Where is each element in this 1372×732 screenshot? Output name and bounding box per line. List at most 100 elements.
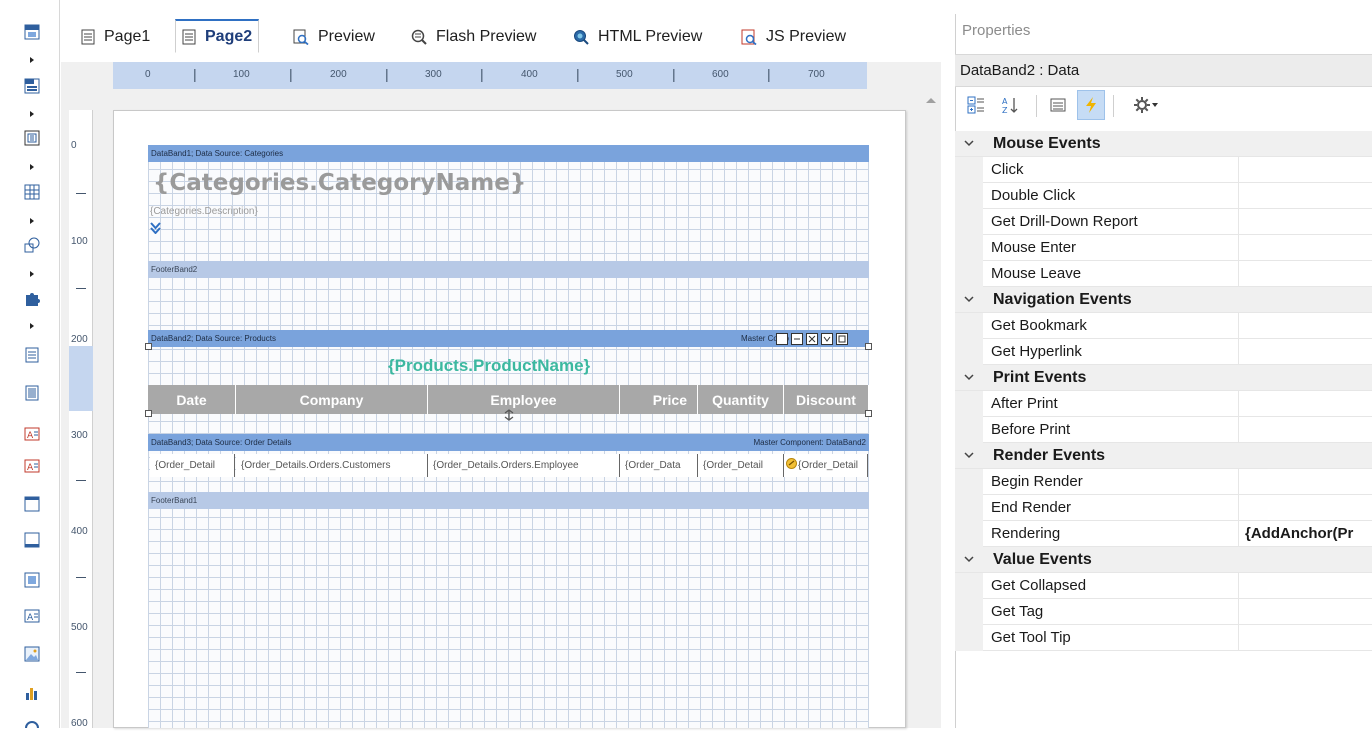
expand-arrow-icon[interactable] xyxy=(29,217,35,225)
property-row[interactable]: After Print xyxy=(955,391,1372,417)
band-tool-icon[interactable] xyxy=(791,333,803,345)
property-row[interactable]: Get Tool Tip xyxy=(955,625,1372,651)
databand3-header[interactable]: DataBand3; Data Source: Order Details Ma… xyxy=(148,434,869,451)
data-band-icon[interactable] xyxy=(24,78,40,94)
property-row[interactable]: Get Collapsed xyxy=(955,573,1372,599)
tab-html-preview[interactable]: HTML Preview xyxy=(567,20,708,54)
panel-icon[interactable] xyxy=(24,496,40,512)
categorized-view-button[interactable] xyxy=(962,90,990,120)
expand-down-icon[interactable] xyxy=(150,222,161,234)
band-tool-icon[interactable] xyxy=(776,333,788,345)
container-icon[interactable] xyxy=(24,532,40,548)
header-price[interactable]: Price xyxy=(620,385,698,414)
band-header-icon[interactable] xyxy=(24,24,40,40)
tab-js-preview[interactable]: JS Preview xyxy=(735,20,852,54)
chevron-down-icon[interactable] xyxy=(964,555,974,563)
category-row[interactable]: Value Events xyxy=(955,547,1372,573)
sub-report-icon[interactable] xyxy=(24,572,40,588)
property-row[interactable]: Mouse Leave xyxy=(955,261,1372,287)
tab-label: Preview xyxy=(318,28,375,45)
rich-text-icon[interactable] xyxy=(24,385,40,401)
tab-preview[interactable]: Preview xyxy=(287,20,381,54)
property-row[interactable]: Get Hyperlink xyxy=(955,339,1372,365)
cell-price[interactable]: {Order_Data xyxy=(620,454,698,477)
expand-arrow-icon[interactable] xyxy=(29,270,35,278)
cross-band-icon[interactable] xyxy=(24,130,40,146)
gauge-icon[interactable] xyxy=(24,716,40,732)
footerband1[interactable]: FooterBand1 xyxy=(148,492,869,509)
tab-page2[interactable]: Page2 xyxy=(175,19,260,53)
property-row[interactable]: Get Tag xyxy=(955,599,1372,625)
tab-page1[interactable]: Page1 xyxy=(75,20,156,54)
tab-flash-preview[interactable]: Flash Preview xyxy=(405,20,542,54)
scroll-up-arrow-icon[interactable] xyxy=(921,92,941,108)
settings-dropdown-button[interactable] xyxy=(1124,90,1168,120)
events-view-button[interactable] xyxy=(1077,90,1105,120)
resize-handle[interactable] xyxy=(145,343,152,350)
resize-handle[interactable] xyxy=(865,343,872,350)
move-handle-icon[interactable] xyxy=(504,409,514,421)
property-row[interactable]: Mouse Enter xyxy=(955,235,1372,261)
chevron-down-icon[interactable] xyxy=(964,295,974,303)
property-row[interactable]: Get Drill-Down Report xyxy=(955,209,1372,235)
band-tool-icon[interactable] xyxy=(836,333,848,345)
property-row[interactable]: Double Click xyxy=(955,183,1372,209)
chevron-down-icon[interactable] xyxy=(964,373,974,381)
category-row[interactable]: Print Events xyxy=(955,365,1372,391)
header-quantity[interactable]: Quantity xyxy=(698,385,784,414)
property-row[interactable]: Before Print xyxy=(955,417,1372,443)
text-format-icon[interactable]: A xyxy=(24,458,40,474)
properties-title: Properties xyxy=(962,22,1031,39)
text-box-icon[interactable]: A xyxy=(24,608,40,624)
chart-icon[interactable] xyxy=(24,685,40,701)
cell-order-date[interactable]: {Order_Detail xyxy=(150,454,235,477)
product-name-field[interactable]: {Products.ProductName} xyxy=(388,356,590,376)
header-employee[interactable]: Employee xyxy=(428,385,620,414)
lightning-icon xyxy=(1086,97,1096,113)
text-icon[interactable] xyxy=(24,347,40,363)
puzzle-icon[interactable] xyxy=(24,291,40,307)
row-gutter xyxy=(955,521,983,547)
resize-handle[interactable] xyxy=(865,410,872,417)
databand1-header[interactable]: DataBand1; Data Source: Categories xyxy=(148,145,869,162)
category-row[interactable]: Navigation Events xyxy=(955,287,1372,313)
property-row[interactable]: Begin Render xyxy=(955,469,1372,495)
property-name: End Render xyxy=(991,499,1072,516)
image-icon[interactable] xyxy=(24,646,40,662)
header-discount[interactable]: Discount xyxy=(784,385,869,414)
category-name-field[interactable]: {Categories.CategoryName} xyxy=(153,170,526,196)
expand-arrow-icon[interactable] xyxy=(29,56,35,64)
chevron-down-icon[interactable] xyxy=(964,139,974,147)
selected-component-box[interactable]: DataBand2 : Data xyxy=(955,54,1372,87)
property-row[interactable]: Rendering {AddAnchor(Pr xyxy=(955,521,1372,547)
cell-quantity[interactable]: {Order_Detail xyxy=(698,454,784,477)
databand2-header[interactable]: DataBand2; Data Source: Products Master … xyxy=(148,330,869,347)
band-tool-icon[interactable] xyxy=(806,333,818,345)
expand-arrow-icon[interactable] xyxy=(29,322,35,330)
row-gutter xyxy=(955,469,983,495)
property-name: Before Print xyxy=(991,421,1071,438)
resize-handle[interactable] xyxy=(145,410,152,417)
table-component-icon[interactable] xyxy=(24,184,40,200)
alphabetical-sort-button[interactable]: AZ xyxy=(996,90,1024,120)
header-company[interactable]: Company xyxy=(236,385,428,414)
footerband2[interactable]: FooterBand2 xyxy=(148,261,869,278)
expand-arrow-icon[interactable] xyxy=(29,110,35,118)
category-row[interactable]: Render Events xyxy=(955,443,1372,469)
property-row[interactable]: Click xyxy=(955,157,1372,183)
shapes-icon[interactable] xyxy=(24,237,40,253)
design-vertical-scrollbar[interactable] xyxy=(921,92,941,728)
text-in-cells-icon[interactable]: A xyxy=(24,426,40,442)
category-description-field[interactable]: {Categories.Description} xyxy=(150,206,258,217)
cell-customers[interactable]: {Order_Details.Orders.Customers xyxy=(236,454,428,477)
cell-employee[interactable]: {Order_Details.Orders.Employee xyxy=(428,454,620,477)
chevron-down-icon[interactable] xyxy=(964,451,974,459)
band-tool-icon[interactable] xyxy=(821,333,833,345)
header-date[interactable]: Date xyxy=(148,385,236,414)
properties-view-button[interactable] xyxy=(1044,90,1072,120)
category-row[interactable]: Mouse Events xyxy=(955,131,1372,157)
property-value[interactable]: {AddAnchor(Pr xyxy=(1245,525,1353,542)
property-row[interactable]: End Render xyxy=(955,495,1372,521)
property-row[interactable]: Get Bookmark xyxy=(955,313,1372,339)
expand-arrow-icon[interactable] xyxy=(29,163,35,171)
